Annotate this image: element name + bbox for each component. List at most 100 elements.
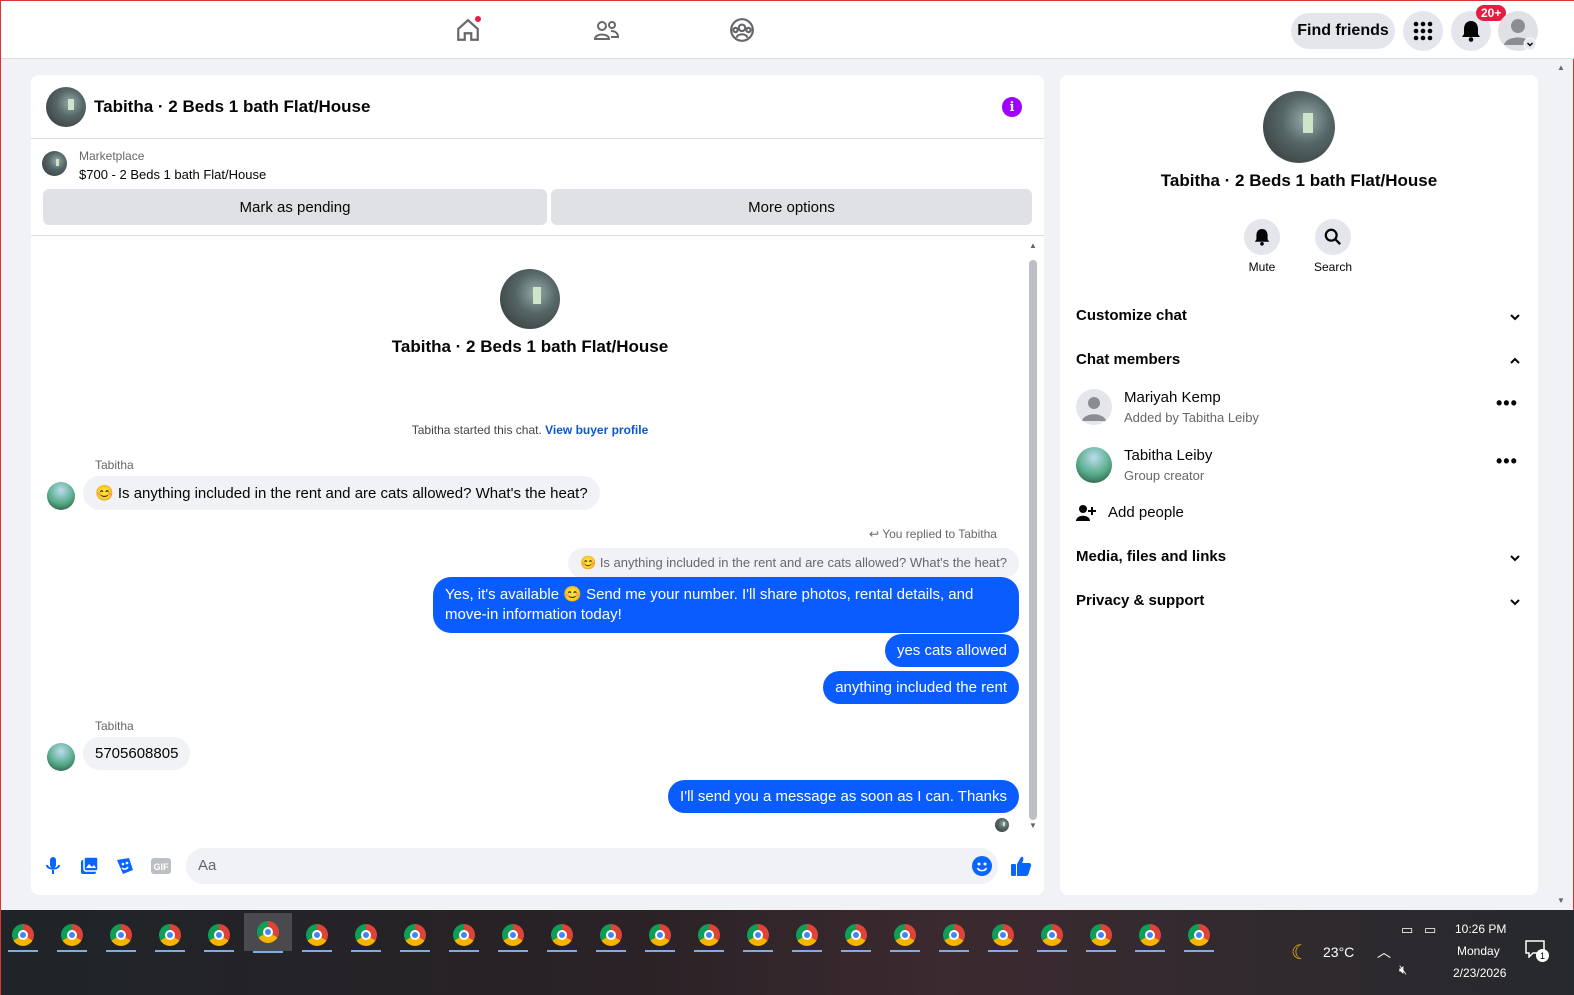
quoted-message[interactable]: 😊 Is anything included in the rent and a… xyxy=(568,548,1019,578)
member-name[interactable]: Mariyah Kemp xyxy=(1124,389,1221,406)
friends-icon[interactable] xyxy=(589,13,623,47)
chrome-profile-taskbar-icon[interactable] xyxy=(935,920,973,952)
marketplace-label: Marketplace xyxy=(79,149,145,163)
menu-grid-icon[interactable] xyxy=(1403,11,1443,51)
quoted-text: Is anything included in the rent and are… xyxy=(599,555,1007,570)
customize-chat-section[interactable]: Customize chat xyxy=(1076,307,1522,331)
tabitha-avatar[interactable] xyxy=(47,743,75,771)
home-icon[interactable] xyxy=(451,13,485,47)
mute-label: Mute xyxy=(1248,260,1276,274)
sticker-icon[interactable] xyxy=(114,855,136,877)
scroll-down-arrow[interactable]: ▼ xyxy=(1029,821,1037,830)
page-scrollbar-up[interactable]: ▲ xyxy=(1557,63,1565,72)
chrome-profile-taskbar-icon[interactable] xyxy=(592,920,630,952)
chrome-profile-taskbar-icon[interactable] xyxy=(1131,920,1169,952)
page-scrollbar-down[interactable]: ▼ xyxy=(1557,896,1565,905)
scrollbar-thumb[interactable] xyxy=(1029,260,1037,820)
chrome-profile-taskbar-icon[interactable] xyxy=(1033,920,1071,952)
message-text-part: Send me your number. I'll share photos, … xyxy=(581,586,974,603)
reply-indicator: ↩ You replied to Tabitha xyxy=(869,527,997,541)
more-options-button[interactable]: More options xyxy=(551,189,1032,225)
chrome-profile-taskbar-icon[interactable] xyxy=(151,920,189,952)
member-name[interactable]: Tabitha Leiby xyxy=(1124,447,1212,464)
svg-text:GIF: GIF xyxy=(154,862,170,872)
chrome-profile-taskbar-icon[interactable] xyxy=(1180,920,1218,952)
volume-muted-icon[interactable]: 🔇︎ xyxy=(1399,962,1407,978)
chrome-profile-taskbar-icon[interactable] xyxy=(102,920,140,952)
chat-members-label: Chat members xyxy=(1076,351,1181,368)
chrome-profile-taskbar-icon[interactable] xyxy=(396,920,434,952)
chrome-profile-taskbar-icon[interactable] xyxy=(200,920,238,952)
incoming-message[interactable]: 5705608805 xyxy=(83,737,191,770)
outgoing-message[interactable]: yes cats allowed xyxy=(884,634,1019,667)
chrome-profile-taskbar-icon[interactable] xyxy=(445,920,483,952)
chrome-profile-taskbar-icon[interactable] xyxy=(53,920,91,952)
conversation-title: Tabitha · 2 Beds 1 bath Flat/House xyxy=(391,337,669,356)
member-avatar[interactable] xyxy=(1076,447,1112,483)
show-hidden-icons-chevron-up-icon[interactable]: ︿ xyxy=(1377,942,1391,962)
message-input-placeholder: Aa xyxy=(198,857,217,874)
emoji-icon[interactable] xyxy=(971,855,993,877)
chrome-profile-taskbar-icon[interactable] xyxy=(690,920,728,952)
weather-temperature[interactable]: 23°C xyxy=(1323,944,1354,960)
mute-bell-icon[interactable] xyxy=(1244,219,1280,255)
profile-avatar[interactable] xyxy=(1498,11,1538,51)
reply-label-text: You replied to Tabitha xyxy=(882,527,997,541)
scroll-up-arrow[interactable]: ▲ xyxy=(1029,241,1037,250)
clock-date[interactable]: 2/23/2026 xyxy=(1453,966,1506,980)
chrome-profile-taskbar-icon[interactable] xyxy=(739,920,777,952)
chrome-profile-taskbar-icon[interactable] xyxy=(886,920,924,952)
chrome-profile-taskbar-icon[interactable] xyxy=(347,920,385,952)
network-icon[interactable]: ▭ xyxy=(1424,922,1436,938)
marketplace-thumb xyxy=(42,151,67,176)
microphone-icon[interactable] xyxy=(42,855,64,877)
more-options-dots-icon[interactable]: ••• xyxy=(1496,451,1518,472)
tabitha-avatar[interactable] xyxy=(47,482,75,510)
clock-day[interactable]: Monday xyxy=(1457,944,1500,958)
outgoing-message[interactable]: I'll send you a message as soon as I can… xyxy=(668,780,1019,813)
add-people-button[interactable]: Add people xyxy=(1076,503,1376,527)
chrome-profile-taskbar-icon[interactable] xyxy=(298,920,336,952)
message-input[interactable]: Aa xyxy=(186,848,998,884)
mark-as-pending-button[interactable]: Mark as pending xyxy=(43,189,547,225)
started-text: Tabitha started this chat. xyxy=(411,423,546,437)
clock-time[interactable]: 10:26 PM xyxy=(1455,922,1506,936)
chrome-taskbar-icon[interactable] xyxy=(4,920,42,952)
chrome-profile-taskbar-icon[interactable] xyxy=(543,920,581,952)
photo-icon[interactable] xyxy=(78,855,100,877)
info-icon[interactable]: i xyxy=(1002,97,1022,117)
chrome-profile-taskbar-icon[interactable] xyxy=(788,920,826,952)
incoming-message[interactable]: 😊 Is anything included in the rent and a… xyxy=(83,476,600,510)
privacy-support-section[interactable]: Privacy & support xyxy=(1076,592,1522,616)
notification-center-icon[interactable]: 1 xyxy=(1525,940,1549,964)
chat-members-section[interactable]: Chat members xyxy=(1076,351,1522,375)
gif-icon[interactable]: GIF xyxy=(150,855,172,877)
meet-now-icon[interactable]: ▭ xyxy=(1401,922,1413,938)
chrome-profile-taskbar-icon[interactable] xyxy=(837,920,875,952)
media-files-label: Media, files and links xyxy=(1076,548,1227,565)
message-text-part: Yes, it's available xyxy=(445,586,564,603)
top-navigation-bar: Find friends 20+ xyxy=(1,1,1574,59)
chrome-profile-taskbar-icon[interactable] xyxy=(641,920,679,952)
moon-weather-icon[interactable]: ☾ xyxy=(1291,940,1309,965)
chat-title[interactable]: Tabitha · 2 Beds 1 bath Flat/House xyxy=(94,97,370,117)
listing-summary[interactable]: $700 - 2 Beds 1 bath Flat/House xyxy=(79,167,266,182)
chat-panel: Tabitha · 2 Beds 1 bath Flat/House i Mar… xyxy=(31,75,1044,895)
find-friends-button[interactable]: Find friends xyxy=(1291,13,1395,49)
chat-started-notice: Tabitha started this chat. View buyer pr… xyxy=(31,423,1029,437)
chrome-profile-taskbar-icon[interactable] xyxy=(1082,920,1120,952)
view-buyer-profile-link[interactable]: View buyer profile xyxy=(545,423,648,437)
chrome-profile-taskbar-icon[interactable] xyxy=(494,920,532,952)
chrome-profile-taskbar-icon[interactable] xyxy=(984,920,1022,952)
outgoing-message[interactable]: Yes, it's available 😊 Send me your numbe… xyxy=(433,577,1019,633)
media-files-links-section[interactable]: Media, files and links xyxy=(1076,548,1522,572)
outgoing-message[interactable]: anything included the rent xyxy=(823,671,1019,704)
like-thumbs-up-icon[interactable] xyxy=(1010,855,1032,877)
more-options-dots-icon[interactable]: ••• xyxy=(1496,393,1518,414)
chrome-profile-taskbar-icon-active[interactable] xyxy=(244,913,292,953)
message-text-part: move-in information today! xyxy=(445,606,622,623)
listing-avatar[interactable] xyxy=(46,87,86,127)
search-icon[interactable] xyxy=(1315,219,1351,255)
groups-icon[interactable] xyxy=(725,13,759,47)
member-avatar-default[interactable] xyxy=(1076,389,1112,425)
